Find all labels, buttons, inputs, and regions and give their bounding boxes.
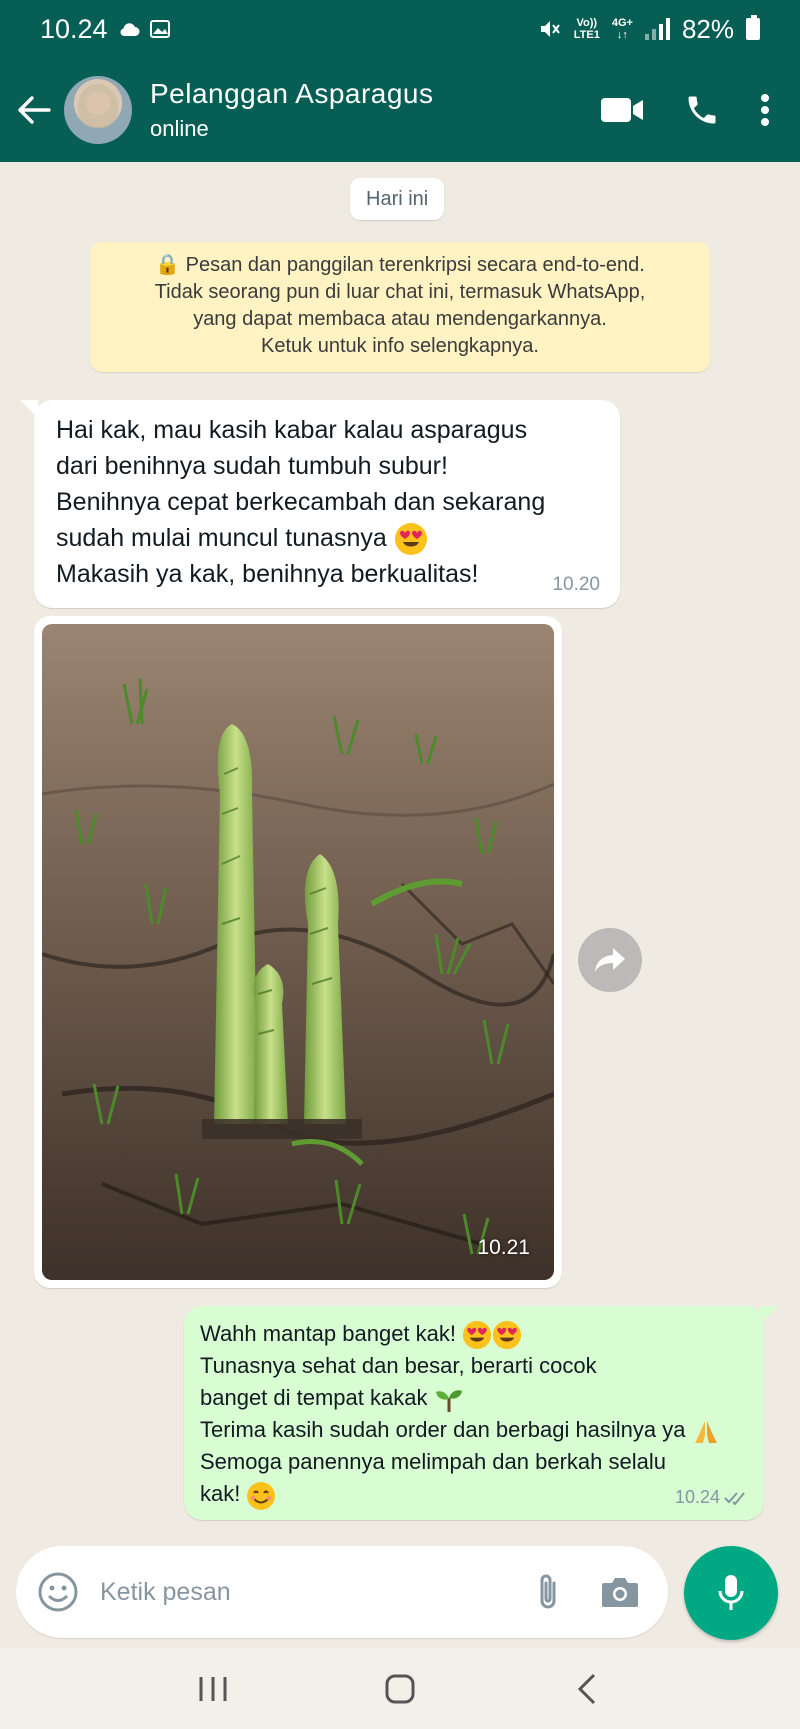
outgoing-line-3-wrap: banget di tempat kakak — [200, 1382, 746, 1414]
status-bar: 10.24 Vo)) LTE1 4G+ ↓↑ 82% — [0, 0, 800, 58]
chat-header: Pelanggan Asparagus online — [0, 58, 800, 162]
outgoing-line-1: Wahh mantap banget kak! — [200, 1321, 457, 1346]
outgoing-line-1-wrap: Wahh mantap banget kak! — [200, 1318, 746, 1350]
folded-hands-emoji-icon — [694, 1420, 717, 1443]
attach-button[interactable] — [526, 1571, 570, 1613]
battery-percent: 82% — [681, 13, 734, 44]
back-nav-button[interactable] — [557, 1659, 617, 1719]
incoming-line-5: Makasih ya kak, benihnya berkualitas! — [56, 560, 479, 589]
encryption-line-4: Ketuk untuk info selengkapnya. — [261, 335, 539, 357]
outgoing-time: 10.24 — [674, 1487, 720, 1507]
outgoing-line-6: kak! — [200, 1481, 241, 1507]
voice-call-button[interactable] — [684, 92, 720, 128]
encryption-line-1: 🔒 Pesan dan panggilan terenkripsi secara… — [155, 254, 645, 276]
outgoing-line-4-wrap: Terima kasih sudah order dan berbagi has… — [200, 1414, 746, 1446]
encryption-line-3: yang dapat membaca atau mendengarkannya. — [193, 308, 607, 330]
heart-eyes-emoji-icon — [463, 1321, 492, 1350]
cloud-icon — [120, 23, 140, 36]
microphone-icon — [718, 1575, 744, 1610]
message-input-bar — [16, 1546, 668, 1638]
home-icon — [385, 1674, 415, 1703]
outgoing-line-4: Terima kasih sudah order dan berbagi has… — [200, 1417, 686, 1443]
outgoing-line-2: Tunasnya sehat dan besar, berarti cocok — [200, 1353, 597, 1379]
encryption-line-2: Tidak seorang pun di luar chat ini, term… — [154, 281, 646, 303]
asparagus-photo-art — [42, 624, 554, 1280]
incoming-line-4: sudah mulai muncul tunasnya — [56, 524, 387, 552]
paperclip-icon — [540, 1574, 556, 1609]
contact-avatar[interactable] — [64, 76, 132, 144]
video-camera-icon — [601, 98, 643, 122]
mute-vibrate-icon — [540, 21, 560, 37]
double-check-icon — [724, 1491, 745, 1505]
outgoing-line-6-wrap: kak! — [200, 1478, 746, 1510]
heart-eyes-emoji-icon — [394, 523, 427, 556]
system-navigation-bar — [0, 1648, 800, 1729]
seedling-emoji-icon — [435, 1390, 462, 1413]
status-right: Vo)) LTE1 4G+ ↓↑ 82% — [538, 14, 760, 45]
status-left: 10.24 — [40, 14, 170, 45]
incoming-time: 10.20 — [552, 574, 600, 595]
network-top: Vo)) — [576, 17, 598, 29]
smiling-emoji-icon — [247, 1481, 276, 1510]
recents-button[interactable] — [183, 1659, 243, 1719]
gallery-icon — [149, 20, 170, 38]
contact-info[interactable]: Pelanggan Asparagus online — [150, 78, 600, 142]
header-actions — [600, 92, 770, 128]
data-bottom: ↓↑ — [616, 29, 628, 41]
outgoing-line-5: Semoga panennya melimpah dan berkah sela… — [200, 1449, 666, 1475]
camera-button[interactable] — [598, 1575, 642, 1609]
incoming-line-4-wrap: sudah mulai muncul tunasnya — [56, 520, 600, 556]
incoming-message-bubble[interactable]: Hai kak, mau kasih kabar kalau asparagus… — [20, 400, 620, 608]
chevron-left-icon — [577, 1673, 595, 1704]
status-time: 10.24 — [40, 13, 108, 44]
network-bottom: LTE1 — [573, 29, 600, 41]
encryption-notice[interactable]: 🔒 Pesan dan panggilan terenkripsi secara… — [90, 242, 710, 372]
image-time: 10.21 — [477, 1236, 530, 1259]
heart-eyes-emoji-icon — [493, 1321, 522, 1350]
more-vertical-icon — [761, 94, 769, 126]
camera-icon — [602, 1578, 638, 1607]
data-indicator: 4G+ ↓↑ — [612, 17, 633, 41]
image-message-bubble[interactable]: 10.21 — [34, 616, 562, 1288]
battery-icon — [746, 15, 760, 40]
share-arrow-icon — [595, 948, 625, 972]
asparagus-photo[interactable]: 10.21 — [42, 624, 554, 1280]
back-arrow-icon — [18, 96, 51, 124]
more-options-button[interactable] — [760, 93, 770, 127]
chat-area[interactable]: Hari ini 🔒 Pesan dan panggilan terenkrip… — [0, 162, 800, 1532]
back-button[interactable] — [4, 58, 64, 162]
signal-icon — [644, 18, 670, 40]
recents-icon — [199, 1676, 227, 1701]
message-input[interactable] — [100, 1577, 526, 1607]
contact-status: online — [150, 116, 209, 141]
network-indicator: Vo)) LTE1 — [574, 17, 600, 41]
emoji-button[interactable] — [36, 1570, 80, 1614]
date-chip: Hari ini — [350, 178, 445, 220]
forward-button[interactable] — [578, 928, 642, 992]
contact-name: Pelanggan Asparagus — [150, 78, 434, 109]
outgoing-time-wrap: 10.24 — [675, 1487, 750, 1508]
data-top: 4G+ — [611, 17, 633, 29]
incoming-line-3: Benihnya cepat berkecambah dan sekarang — [56, 488, 546, 516]
outgoing-line-3: banget di tempat kakak — [200, 1385, 428, 1411]
phone-icon — [688, 96, 716, 124]
outgoing-message-bubble[interactable]: Wahh mantap banget kak! Tunasnya sehat d… — [184, 1306, 778, 1520]
incoming-line-1: Hai kak, mau kasih kabar kalau asparagus — [56, 416, 528, 444]
emoji-icon — [38, 1572, 78, 1612]
video-call-button[interactable] — [600, 96, 644, 124]
incoming-line-2: dari benihnya sudah tumbuh subur! — [56, 452, 448, 480]
home-button[interactable] — [370, 1659, 430, 1719]
voice-message-button[interactable] — [684, 1546, 778, 1640]
